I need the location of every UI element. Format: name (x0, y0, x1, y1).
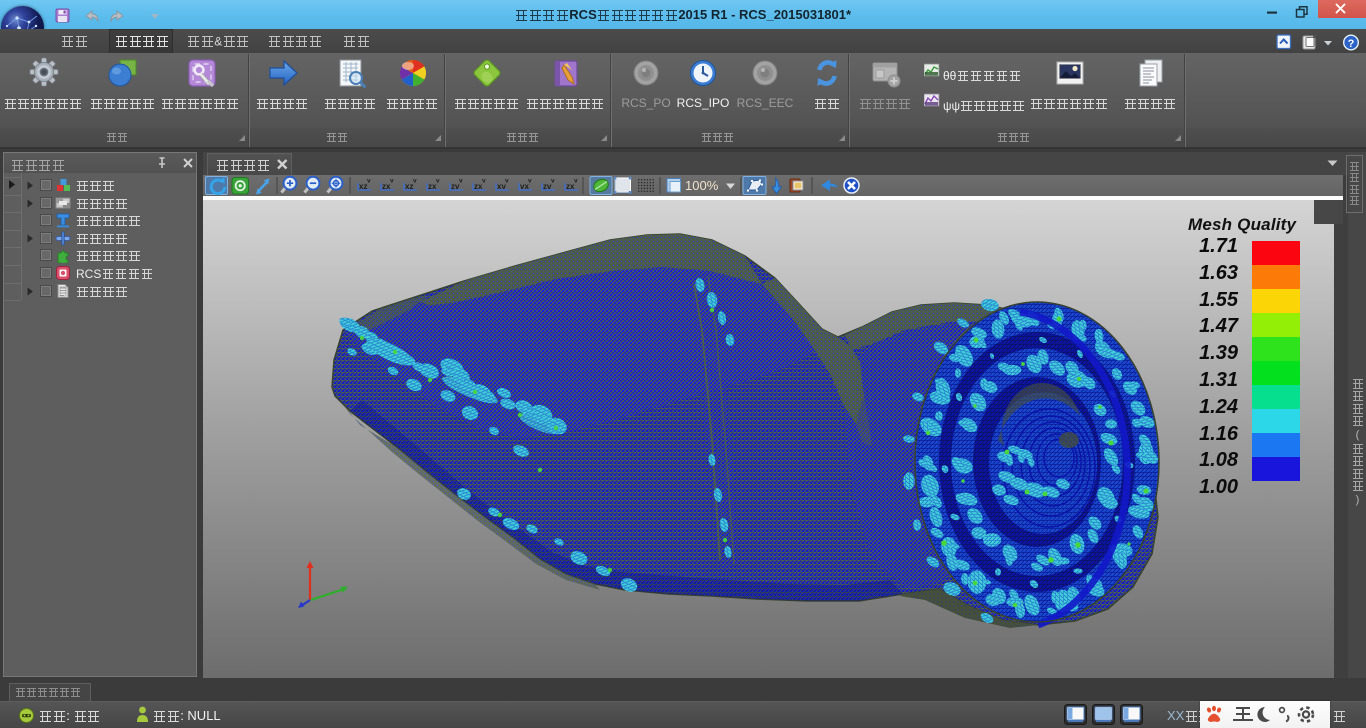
svg-text:v: v (574, 178, 578, 185)
svg-text:v: v (390, 178, 394, 185)
svg-text:v: v (528, 178, 532, 185)
svg-text:?: ? (1348, 38, 1355, 50)
svg-text:v: v (505, 178, 509, 185)
svg-text:v: v (413, 178, 417, 185)
svg-text:v: v (436, 178, 440, 185)
svg-text:100%: 100% (685, 178, 719, 193)
svg-text:v: v (551, 178, 555, 185)
svg-text:v: v (459, 178, 463, 185)
svg-text:v: v (367, 178, 371, 185)
svg-text:v: v (482, 178, 486, 185)
